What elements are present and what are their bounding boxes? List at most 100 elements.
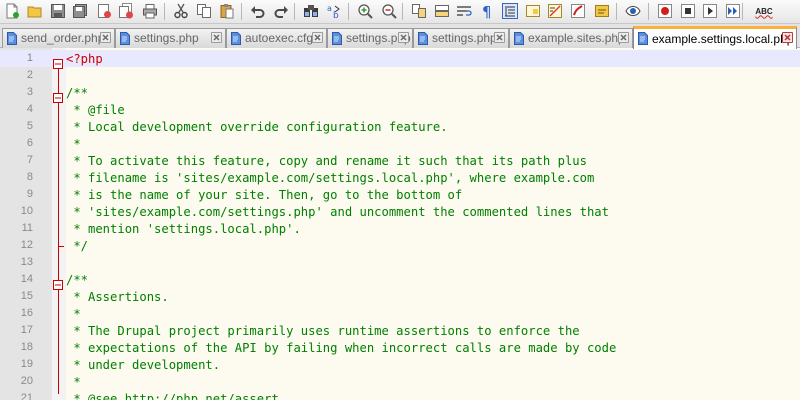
code-text: * 'sites/example.com/settings.php' and u… [66, 205, 609, 219]
fold-end-marker [58, 246, 64, 247]
code-text: * @file [66, 103, 125, 117]
toolbar-separator [164, 3, 165, 20]
function-list-icon[interactable] [546, 2, 564, 20]
code-line[interactable]: 12 */ [0, 238, 800, 255]
fold-toggle-icon[interactable] [53, 54, 63, 69]
save-icon[interactable] [49, 2, 67, 20]
code-line[interactable]: 7 * To activate this feature, copy and r… [0, 153, 800, 170]
line-number: 10 [20, 205, 33, 217]
line-number: 13 [20, 256, 33, 268]
record-macro-icon[interactable] [624, 2, 642, 20]
php-file-icon [6, 32, 18, 45]
tab-close-icon[interactable] [398, 32, 409, 43]
line-number: 6 [26, 137, 33, 149]
tab-close-icon[interactable] [211, 32, 222, 43]
fold-toggle-icon[interactable] [53, 275, 63, 290]
toolbar-separator [294, 3, 295, 20]
run-macro-multiple-icon[interactable] [701, 2, 719, 20]
word-wrap-icon[interactable] [455, 2, 473, 20]
line-number: 2 [26, 69, 33, 81]
line-number: 18 [20, 341, 33, 353]
redo-icon[interactable] [272, 2, 290, 20]
tab-close-icon[interactable] [100, 32, 111, 43]
cut-icon[interactable] [172, 2, 190, 20]
spell-check-icon[interactable]: ABC [749, 2, 779, 20]
tab-6[interactable]: example.sites.php [509, 28, 633, 48]
code-editor[interactable]: 1 <?php 2 3/** 4 * @file 5 * Local developmen… [0, 48, 800, 400]
code-lines[interactable]: 1 <?php 2 3/** 4 * @file 5 * Local developmen… [0, 51, 800, 400]
tab-label: send_order.php [21, 31, 105, 45]
tab-label: settings.php [134, 31, 199, 45]
code-line[interactable]: 10 * 'sites/example.com/settings.php' an… [0, 204, 800, 221]
code-line[interactable]: 17 * The Drupal project primarily uses r… [0, 323, 800, 340]
tab-7[interactable]: example.settings.local.php [633, 26, 797, 49]
fold-toggle-icon[interactable] [53, 88, 63, 103]
tab-close-icon[interactable] [312, 32, 323, 43]
print-icon[interactable] [141, 2, 159, 20]
line-number: 15 [20, 290, 33, 302]
sync-vertical-icon[interactable] [410, 2, 428, 20]
code-line[interactable]: 21 * @see http://php.net/assert [0, 391, 800, 400]
tab-2[interactable]: settings.php [115, 28, 226, 48]
folder-as-workspace-icon[interactable] [569, 2, 587, 20]
tab-close-icon[interactable] [494, 32, 505, 43]
code-line[interactable]: 2 [0, 68, 800, 85]
close-icon[interactable] [95, 2, 113, 20]
line-number: 14 [20, 273, 33, 285]
new-file-icon[interactable] [3, 2, 21, 20]
code-text: * under development. [66, 358, 221, 372]
code-line[interactable]: 4 * @file [0, 102, 800, 119]
code-line[interactable]: 3 /** [0, 85, 800, 103]
document-map-icon[interactable] [524, 2, 542, 20]
code-line[interactable]: 1 <?php [0, 51, 800, 69]
code-line[interactable]: 16 * [0, 306, 800, 323]
tab-close-icon[interactable] [782, 32, 793, 43]
code-line[interactable]: 14 /** [0, 272, 800, 290]
code-text: * @see http://php.net/assert [66, 392, 279, 400]
code-line[interactable]: 19 * under development. [0, 357, 800, 374]
code-text: /** [66, 273, 89, 287]
monitoring-icon[interactable] [593, 2, 611, 20]
indent-guide-icon[interactable] [501, 2, 519, 20]
show-all-characters-icon[interactable]: ¶ [478, 2, 496, 20]
stop-macro-icon[interactable] [656, 2, 674, 20]
zoom-out-icon[interactable] [380, 2, 398, 20]
code-line[interactable]: 15 * Assertions. [0, 289, 800, 306]
code-line[interactable]: 20 * [0, 374, 800, 391]
undo-icon[interactable] [249, 2, 267, 20]
code-line[interactable]: 9 * is the name of your site. Then, go t… [0, 187, 800, 204]
tab-close-icon[interactable] [618, 32, 629, 43]
zoom-in-icon[interactable] [356, 2, 374, 20]
open-file-icon[interactable] [26, 2, 44, 20]
code-line[interactable]: 18 * expectations of the API by failing … [0, 340, 800, 357]
tab-3[interactable]: autoexec.cfg [226, 28, 327, 48]
copy-icon[interactable] [195, 2, 213, 20]
save-macro-icon[interactable] [724, 2, 742, 20]
tab-label: example.settings.local.php [652, 32, 794, 46]
play-macro-icon[interactable] [679, 2, 697, 20]
find-icon[interactable] [302, 2, 320, 20]
code-text: * filename is 'sites/example.com/setting… [66, 171, 595, 185]
tab-4[interactable]: settings.php [327, 28, 413, 48]
replace-icon[interactable]: ab [325, 2, 343, 20]
tab-1[interactable]: send_order.php [2, 28, 115, 48]
toolbar-separator [348, 3, 349, 20]
paste-icon[interactable] [218, 2, 236, 20]
sync-horizontal-icon[interactable] [433, 2, 451, 20]
line-number: 11 [21, 222, 33, 234]
line-number: 7 [26, 154, 33, 166]
tab-bar: send_order.php settings.php autoexec.cfg se… [0, 24, 800, 49]
code-text: */ [66, 239, 89, 253]
tab-label: autoexec.cfg [245, 31, 314, 45]
line-number: 20 [20, 375, 33, 387]
toolbar-separator [402, 3, 403, 20]
code-line[interactable]: 6 * [0, 136, 800, 153]
tab-5[interactable]: settings.php [413, 28, 509, 48]
save-all-icon[interactable] [71, 2, 89, 20]
close-all-icon[interactable] [117, 2, 135, 20]
code-text: * [66, 137, 81, 151]
code-line[interactable]: 8 * filename is 'sites/example.com/setti… [0, 170, 800, 187]
code-line[interactable]: 11 * mention 'settings.local.php'. [0, 221, 800, 238]
code-line[interactable]: 13 [0, 255, 800, 272]
code-line[interactable]: 5 * Local development override configura… [0, 119, 800, 136]
